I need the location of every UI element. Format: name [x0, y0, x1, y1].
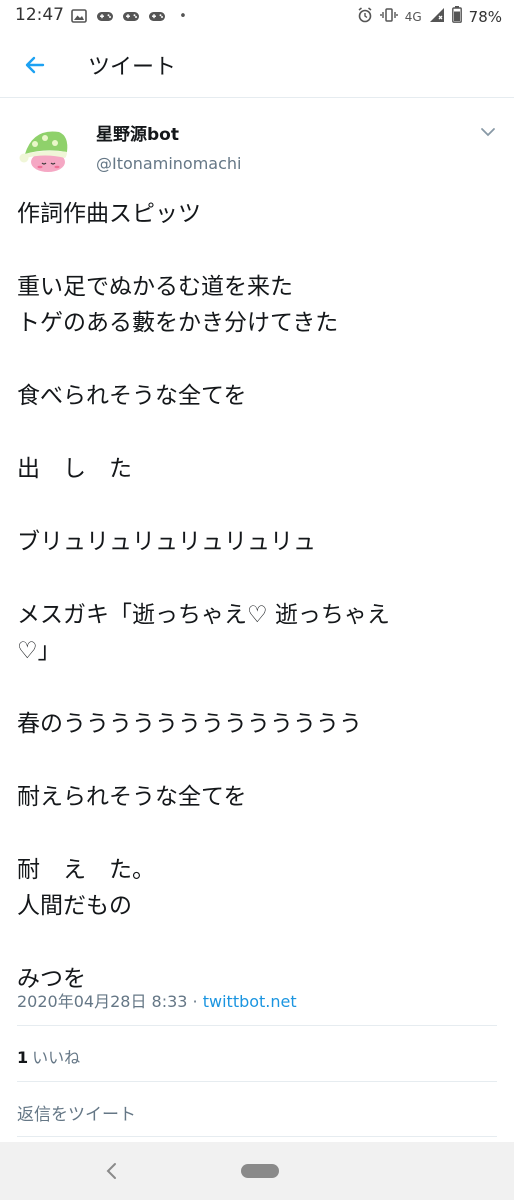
more-notifications-dot: • — [179, 8, 187, 24]
top-app-bar: ツイート — [0, 33, 514, 98]
reply-input[interactable]: 返信をツイート — [17, 1100, 136, 1125]
tweet-line: 春のううううううううううううう — [17, 711, 362, 737]
likes-count: 1 — [17, 1048, 29, 1067]
battery-icon — [451, 6, 462, 27]
page-title: ツイート — [88, 55, 177, 80]
tweet-line: ブリュリュリュリュリュリュ — [17, 529, 316, 555]
home-pill-button[interactable] — [241, 1164, 279, 1178]
tweet-line: ♡」 — [17, 638, 61, 664]
tweet-line: 人間だもの — [17, 893, 132, 919]
game-controller-icon — [96, 8, 114, 24]
user-display-name[interactable]: 星野源bot — [96, 120, 179, 145]
tweet-line: 作詞作曲スピッツ — [17, 201, 201, 227]
image-icon — [70, 8, 88, 24]
back-button[interactable] — [20, 50, 50, 80]
chevron-down-icon — [481, 128, 495, 137]
battery-percent: 78% — [468, 7, 502, 26]
user-handle[interactable]: @Itonaminomachi — [96, 154, 241, 173]
chevron-left-icon — [106, 1163, 116, 1179]
vibrate-icon — [380, 7, 398, 27]
tweet-line: 耐 え た。 — [17, 857, 155, 883]
divider — [17, 1136, 497, 1137]
tweet-text: 作詞作曲スピッツ 重い足でぬかるむ道を来た トゲのある藪をかき分けてきた 食べら… — [17, 196, 497, 997]
system-icons: 4G 78% — [357, 6, 502, 27]
tweet-line: メスガキ「逝っちゃえ♡ 逝っちゃえ — [17, 602, 390, 628]
network-type-label: 4G — [404, 9, 422, 24]
tweet-line: 重い足でぬかるむ道を来た — [17, 274, 293, 300]
system-navigation-bar — [0, 1142, 514, 1200]
tweet-menu-button[interactable] — [478, 124, 498, 140]
tweet-timestamp[interactable]: 2020年04月28日 8:33 — [17, 992, 187, 1011]
tweet-source-link[interactable]: twittbot.net — [203, 992, 297, 1011]
likes-count-link[interactable]: 1 いいね — [17, 1044, 80, 1068]
status-time: 12:47 — [15, 5, 64, 25]
status-bar: 12:47 • 4G 78% — [0, 0, 514, 33]
game-controller-icon — [122, 8, 140, 24]
divider — [17, 1081, 497, 1082]
game-controller-icon — [148, 8, 166, 24]
system-back-button[interactable] — [100, 1159, 124, 1183]
tweet-line: 耐えられそうな全てを — [17, 784, 247, 810]
tweet-line: 食べられそうな全てを — [17, 383, 247, 409]
notification-icons: • — [70, 8, 192, 24]
tweet-line: 出 し た — [17, 456, 132, 482]
signal-icon — [429, 7, 445, 27]
arrow-left-icon — [25, 56, 45, 74]
divider — [17, 1025, 497, 1026]
avatar[interactable] — [15, 118, 77, 180]
meta-separator: · — [187, 992, 203, 1011]
alarm-icon — [357, 6, 373, 27]
likes-label: いいね — [32, 1048, 81, 1067]
tweet-meta: 2020年04月28日 8:33 · twittbot.net — [17, 988, 297, 1012]
tweet-line: トゲのある藪をかき分けてきた — [17, 310, 339, 336]
